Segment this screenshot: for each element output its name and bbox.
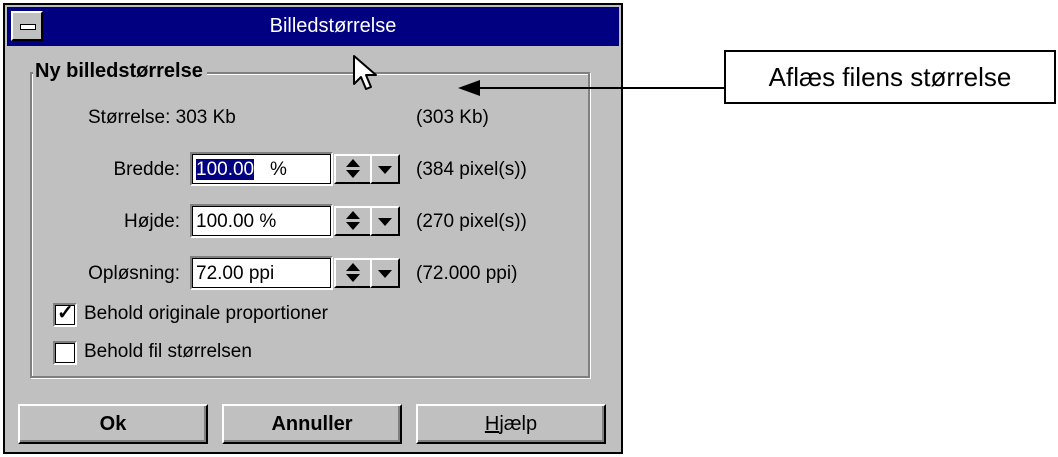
keep-proportions-checkbox[interactable]: ✓ [53,303,77,327]
width-value: 100.00 [196,159,255,180]
size-value: (303 Kb) [416,107,489,128]
keep-filesize-label[interactable]: Behold fil størrelsen [84,341,252,363]
height-input[interactable]: 100.00 % [190,204,333,238]
keep-filesize-checkbox[interactable] [53,341,77,365]
height-value: 100.00 % [196,211,277,232]
height-dropdown-chevron-down-icon[interactable] [370,206,400,236]
resolution-value: 72.00 ppi [196,263,275,284]
system-menu-icon[interactable] [11,11,43,41]
height-pixels: (270 pixel(s)) [416,211,527,232]
mouse-cursor-icon [353,55,377,90]
window-title: Billedstørrelse [269,15,397,37]
size-label: Størrelse: 303 Kb [88,107,236,128]
resolution-spin-icon[interactable] [334,258,372,288]
height-spin-icon[interactable] [334,206,372,236]
resolution-label: Opløsning: [88,263,180,284]
ok-button[interactable]: Ok [18,404,208,444]
resolution-input[interactable]: 72.00 ppi [190,256,333,290]
callout-arrow-line [478,87,724,89]
resolution-ppi: (72.000 ppi) [416,263,518,284]
width-dropdown-chevron-down-icon[interactable] [370,154,400,184]
width-input[interactable]: 100.00 % [190,152,333,186]
help-mnemonic: H [484,413,500,435]
keep-proportions-label[interactable]: Behold originale proportioner [84,303,328,325]
checkmark-icon: ✓ [57,302,74,324]
height-label: Højde: [124,211,180,232]
width-spin-icon[interactable] [334,154,372,184]
title-bar[interactable]: Billedstørrelse [7,7,619,46]
width-pixels: (384 pixel(s)) [416,159,527,180]
help-button[interactable]: Hjælp [416,404,606,444]
cancel-button[interactable]: Annuller [222,404,402,444]
callout-arrow-icon [458,80,480,96]
resolution-dropdown-chevron-down-icon[interactable] [370,258,400,288]
annotation-callout: Aflæs filens størrelse [724,50,1056,104]
width-label: Bredde: [113,159,180,180]
help-label-rest: jælp [499,413,538,435]
group-title: Ny billedstørrelse [33,60,207,83]
width-unit: % [270,159,287,180]
